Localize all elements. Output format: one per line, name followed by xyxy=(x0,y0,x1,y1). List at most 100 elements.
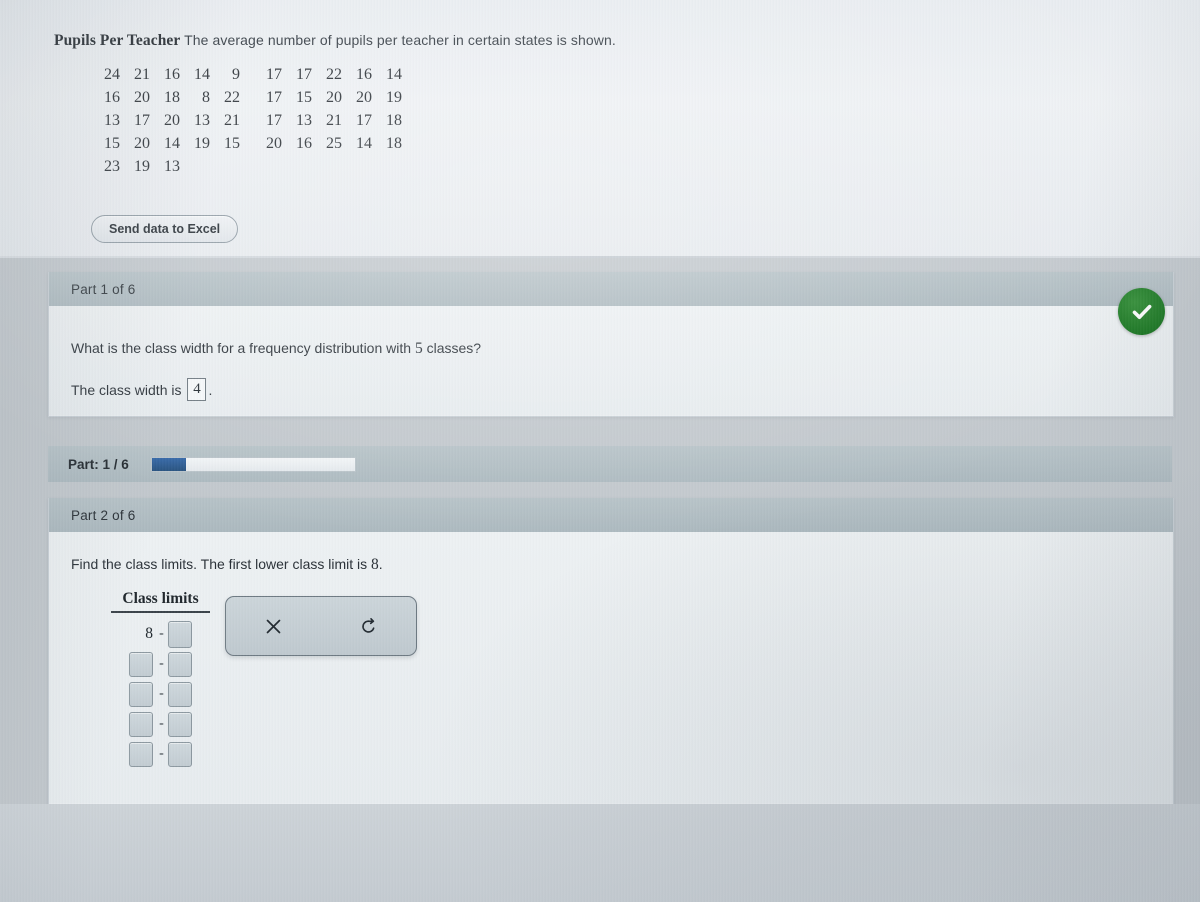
data-cell: 18 xyxy=(164,88,180,106)
data-cell: 15 xyxy=(104,134,120,152)
part-2-question-suffix: . xyxy=(378,556,383,572)
part-1-question-suffix: classes? xyxy=(422,340,482,356)
data-cell: 13 xyxy=(164,157,180,175)
part-1-header-label: Part 1 of 6 xyxy=(71,281,136,297)
limit-range-dash: - xyxy=(159,716,164,731)
part-2-question-number: 8 xyxy=(371,556,379,573)
data-values-table: 24 21 16 14 9 17 17 22 16 14 16 20 18 8 22 17 15 20 20 19 13… xyxy=(96,64,408,179)
data-cell: 16 xyxy=(296,134,312,152)
data-cell: 17 xyxy=(266,88,282,106)
data-cell: 25 xyxy=(326,134,342,152)
data-cell xyxy=(288,156,318,179)
send-data-to-excel-button[interactable]: Send data to Excel xyxy=(91,215,239,243)
lower-limit-value-1: 8 xyxy=(145,625,153,642)
data-row: 15 20 14 19 15 20 16 25 14 18 xyxy=(96,133,408,156)
data-cell: 8 xyxy=(202,88,210,106)
class-limit-row: - xyxy=(111,709,210,739)
part-1-answer-line: The class width is 4 . xyxy=(71,378,212,401)
part-1-answer-prefix: The class width is xyxy=(71,381,182,398)
part-2-header: Part 2 of 6 xyxy=(49,498,1173,532)
data-cell: 20 xyxy=(134,134,150,152)
class-limit-row: 8- xyxy=(111,619,210,649)
part-2-body: Find the class limits. The first lower c… xyxy=(49,532,1173,803)
progress-bar-fill xyxy=(151,457,187,471)
data-cell xyxy=(318,156,348,179)
undo-arrow-icon[interactable] xyxy=(350,609,388,643)
part-1-question: What is the class width for a frequency … xyxy=(71,340,481,358)
part-2-question: Find the class limits. The first lower c… xyxy=(71,556,383,574)
lower-limit-input-5[interactable] xyxy=(129,741,153,767)
data-cell: 18 xyxy=(386,111,402,129)
part-1-panel: Part 1 of 6 What is the class width for … xyxy=(48,272,1174,417)
progress-bar-track xyxy=(150,456,356,472)
data-cell: 20 xyxy=(266,134,282,152)
data-cell: 14 xyxy=(386,66,402,83)
class-limits-table: Class limits 8----- xyxy=(111,590,210,769)
data-cell: 16 xyxy=(104,88,120,106)
data-cell: 17 xyxy=(356,111,372,129)
problem-statement-area: Pupils Per Teacher The average number of… xyxy=(0,0,1200,258)
data-cell: 21 xyxy=(224,111,240,129)
data-cell xyxy=(348,156,378,179)
data-row: 16 20 18 8 22 17 15 20 20 19 xyxy=(96,87,408,110)
data-cell: 19 xyxy=(134,157,150,175)
data-cell: 13 xyxy=(296,111,312,129)
part-1-header: Part 1 of 6 xyxy=(49,272,1173,306)
lower-limit-input-2[interactable] xyxy=(129,651,153,677)
send-data-to-excel-label: Send data to Excel xyxy=(109,222,221,236)
close-x-icon[interactable] xyxy=(255,609,293,643)
data-cell: 18 xyxy=(386,134,402,152)
data-cell: 16 xyxy=(356,66,372,83)
data-cell: 9 xyxy=(232,66,240,83)
limit-range-dash: - xyxy=(159,746,164,761)
limit-range-dash: - xyxy=(159,656,164,671)
limit-range-dash: - xyxy=(159,626,164,641)
data-cell: 21 xyxy=(134,66,150,83)
class-limit-row: - xyxy=(111,679,210,709)
data-cell: 20 xyxy=(134,88,150,106)
data-cell: 20 xyxy=(326,88,342,106)
class-limits-title: Class limits xyxy=(111,590,210,613)
data-cell: 15 xyxy=(296,88,312,106)
data-cell: 17 xyxy=(266,66,282,83)
class-width-input[interactable]: 4 xyxy=(187,378,207,401)
data-cell: 22 xyxy=(326,66,342,83)
data-row: 24 21 16 14 9 17 17 22 16 14 xyxy=(96,64,408,87)
upper-limit-input-3[interactable] xyxy=(168,681,192,707)
class-limit-row: - xyxy=(111,739,210,769)
data-cell xyxy=(186,156,216,179)
part-1-question-prefix: What is the class width for a frequency … xyxy=(71,340,415,356)
data-cell: 24 xyxy=(104,66,120,83)
data-cell: 23 xyxy=(104,157,120,175)
part-2-header-label: Part 2 of 6 xyxy=(71,507,136,523)
upper-limit-input-2[interactable] xyxy=(168,651,192,677)
data-cell: 13 xyxy=(104,111,120,129)
data-cell: 17 xyxy=(296,66,312,83)
upper-limit-input-4[interactable] xyxy=(168,711,192,737)
input-mini-toolbar xyxy=(225,596,417,656)
page-bottom-area xyxy=(0,804,1200,902)
limit-range-dash: - xyxy=(159,686,164,701)
data-cell: 19 xyxy=(194,134,210,152)
upper-limit-input-1[interactable] xyxy=(168,620,192,648)
data-cell: 17 xyxy=(266,111,282,129)
data-cell: 14 xyxy=(194,66,210,83)
data-cell: 16 xyxy=(164,66,180,83)
lower-limit-input-4[interactable] xyxy=(129,711,153,737)
data-cell: 13 xyxy=(194,111,210,129)
data-cell: 22 xyxy=(224,88,240,106)
progress-label: Part: 1 / 6 xyxy=(68,456,129,472)
part-1-question-number: 5 xyxy=(414,340,423,357)
data-cell xyxy=(216,156,246,179)
class-limit-row: - xyxy=(111,649,210,679)
upper-limit-input-5[interactable] xyxy=(168,741,192,767)
problem-title-rest: The average number of pupils per teacher… xyxy=(180,32,616,48)
data-cell: 21 xyxy=(326,111,342,129)
data-row: 13 17 20 13 21 17 13 21 17 18 xyxy=(96,110,408,133)
lower-limit-input-3[interactable] xyxy=(129,681,153,707)
problem-title: Pupils Per Teacher The average number of… xyxy=(54,32,616,50)
progress-strip: Part: 1 / 6 xyxy=(48,446,1172,482)
data-cell: 20 xyxy=(356,88,372,106)
data-cell: 15 xyxy=(224,134,240,152)
data-cell: 17 xyxy=(134,111,150,129)
